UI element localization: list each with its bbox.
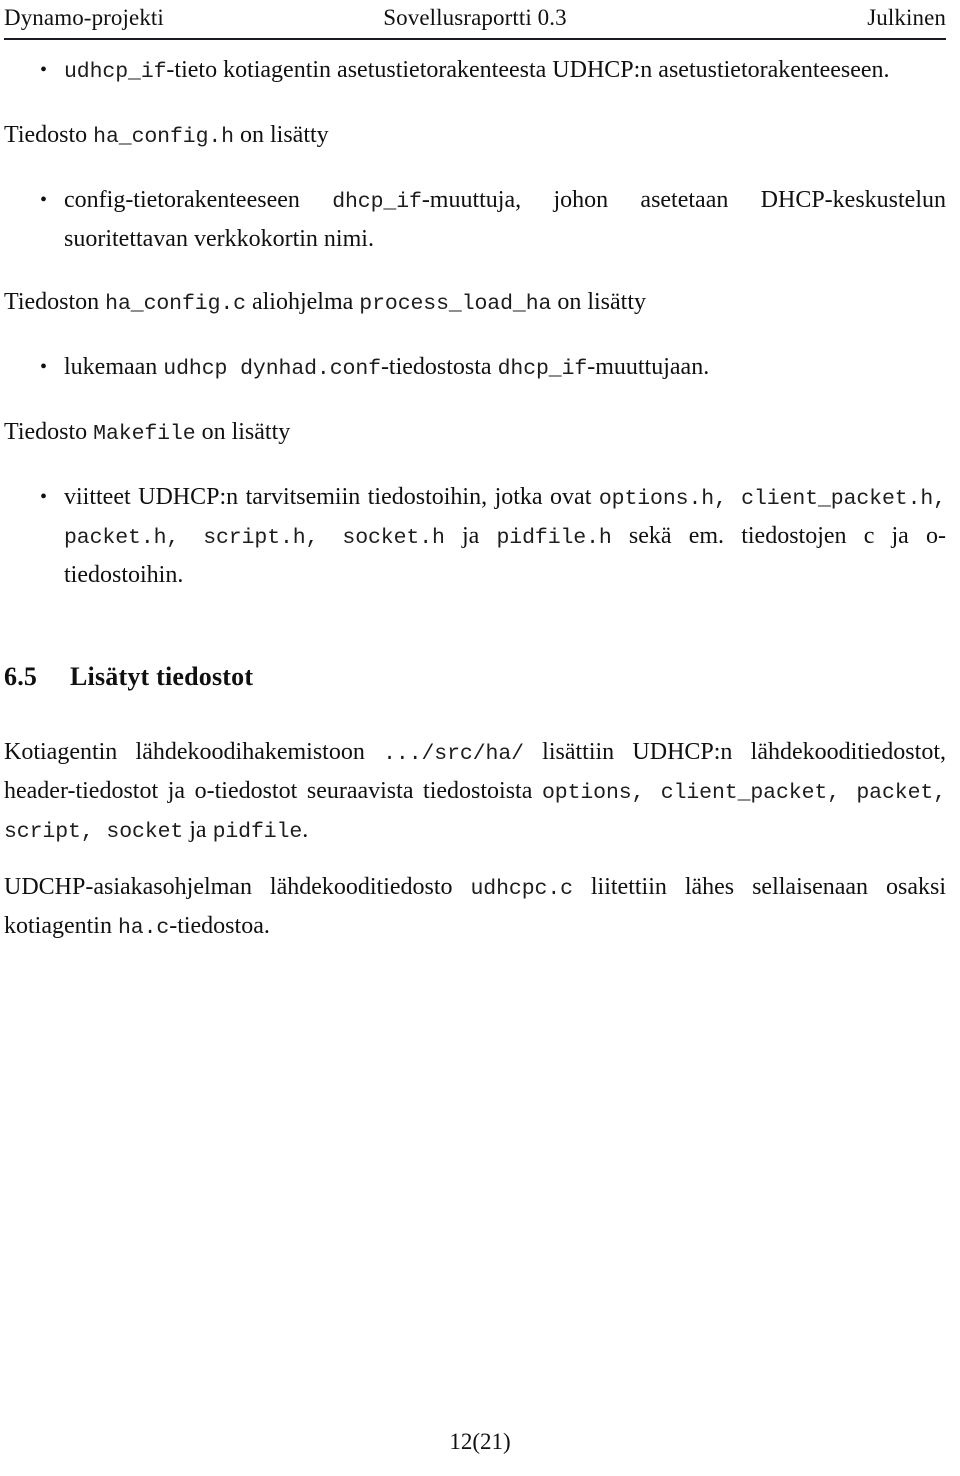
paragraph-5: UDCHP-asiakasohjelman lähdekooditiedosto… <box>4 869 946 947</box>
inline-code: udhcp_if <box>64 60 167 84</box>
inline-code: udhcpc.c <box>470 877 574 901</box>
paragraph-text: Tiedoston <box>4 289 106 315</box>
inline-code: ha.c <box>117 916 170 940</box>
inline-code: Makefile <box>93 422 196 446</box>
header-rule-divider <box>4 38 946 40</box>
paragraph-text: Tiedosto <box>4 122 94 148</box>
paragraph-3: Tiedosto Makefile on lisätty <box>4 414 946 453</box>
inline-code: udhcp dynhad.conf <box>163 357 381 381</box>
inline-code: ha_config.h <box>93 125 234 149</box>
inline-code: pidfile.h <box>496 526 612 550</box>
bullet-list-4: viitteet UDHCP:n tarvitsemiin tiedostoih… <box>4 479 946 594</box>
inline-code: dhcp_if <box>497 357 588 381</box>
page-footer: 12(21) <box>0 1428 960 1456</box>
bullet-list-2: config-tietorakenteeseen dhcp_if-muuttuj… <box>4 182 946 258</box>
page-number: 12(21) <box>449 1429 511 1454</box>
document-body: udhcp_if-tieto kotiagentin asetustietora… <box>4 52 946 947</box>
paragraph-4: Kotiagentin lähdekoodihakemistoon .../sr… <box>4 734 946 851</box>
page-header: Dynamo-projekti Sovellusraportti 0.3 Jul… <box>4 4 946 32</box>
paragraph-text: ja <box>183 817 213 843</box>
list-item-text: -tiedostosta <box>380 354 498 380</box>
list-item-text: -muuttujaan. <box>587 354 710 380</box>
paragraph-text: . <box>302 817 309 843</box>
document-page: Dynamo-projekti Sovellusraportti 0.3 Jul… <box>0 0 960 1476</box>
inline-code: ha_config.c <box>105 292 246 316</box>
inline-code: .../src/ha/ <box>383 742 524 766</box>
paragraph-text: on lisätty <box>195 419 291 445</box>
list-item: lukemaan udhcp dynhad.conf-tiedostosta d… <box>4 349 946 388</box>
section-title: Lisätyt tiedostot <box>70 662 254 691</box>
bullet-list-1: udhcp_if-tieto kotiagentin asetustietora… <box>4 52 946 91</box>
header-center-text: Sovellusraportti 0.3 <box>383 5 567 30</box>
paragraph-text: aliohjelma <box>245 289 360 315</box>
bullet-marker-icon <box>40 182 47 219</box>
bullet-marker-icon <box>40 349 47 386</box>
list-item-text: viitteet UDHCP:n tarvitsemiin tiedostoih… <box>64 484 599 510</box>
paragraph-text: Kotiagentin lähdekoodihakemistoon <box>4 739 384 765</box>
inline-code: dhcp_if <box>332 190 422 214</box>
paragraph-text: on lisätty <box>551 289 646 315</box>
list-item-text: ja <box>444 523 497 549</box>
paragraph-text: -tiedostoa. <box>169 913 270 939</box>
inline-code: pidfile <box>212 820 303 844</box>
bullet-list-3: lukemaan udhcp dynhad.conf-tiedostosta d… <box>4 349 946 388</box>
paragraph-text: Tiedosto <box>4 419 94 445</box>
list-item: udhcp_if-tieto kotiagentin asetustietora… <box>4 52 946 91</box>
section-heading: 6.5 Lisätyt tiedostot <box>4 660 946 694</box>
inline-code: process_load_ha <box>359 292 552 316</box>
list-item-text: lukemaan <box>64 354 164 380</box>
section-number: 6.5 <box>4 662 38 691</box>
list-item: config-tietorakenteeseen dhcp_if-muuttuj… <box>4 182 946 258</box>
paragraph-text: UDCHP-asiakasohjelman lähdekooditiedosto <box>4 874 471 900</box>
list-item-text: config-tietorakenteeseen <box>64 187 333 213</box>
bullet-marker-icon <box>40 479 47 516</box>
bullet-marker-icon <box>40 52 47 89</box>
paragraph-text: on lisätty <box>233 122 329 148</box>
list-item: viitteet UDHCP:n tarvitsemiin tiedostoih… <box>4 479 946 594</box>
paragraph-1: Tiedosto ha_config.h on lisätty <box>4 117 946 156</box>
list-item-text: -tieto kotiagentin asetustietorakenteest… <box>166 57 890 83</box>
paragraph-2: Tiedoston ha_config.c aliohjelma process… <box>4 284 946 323</box>
